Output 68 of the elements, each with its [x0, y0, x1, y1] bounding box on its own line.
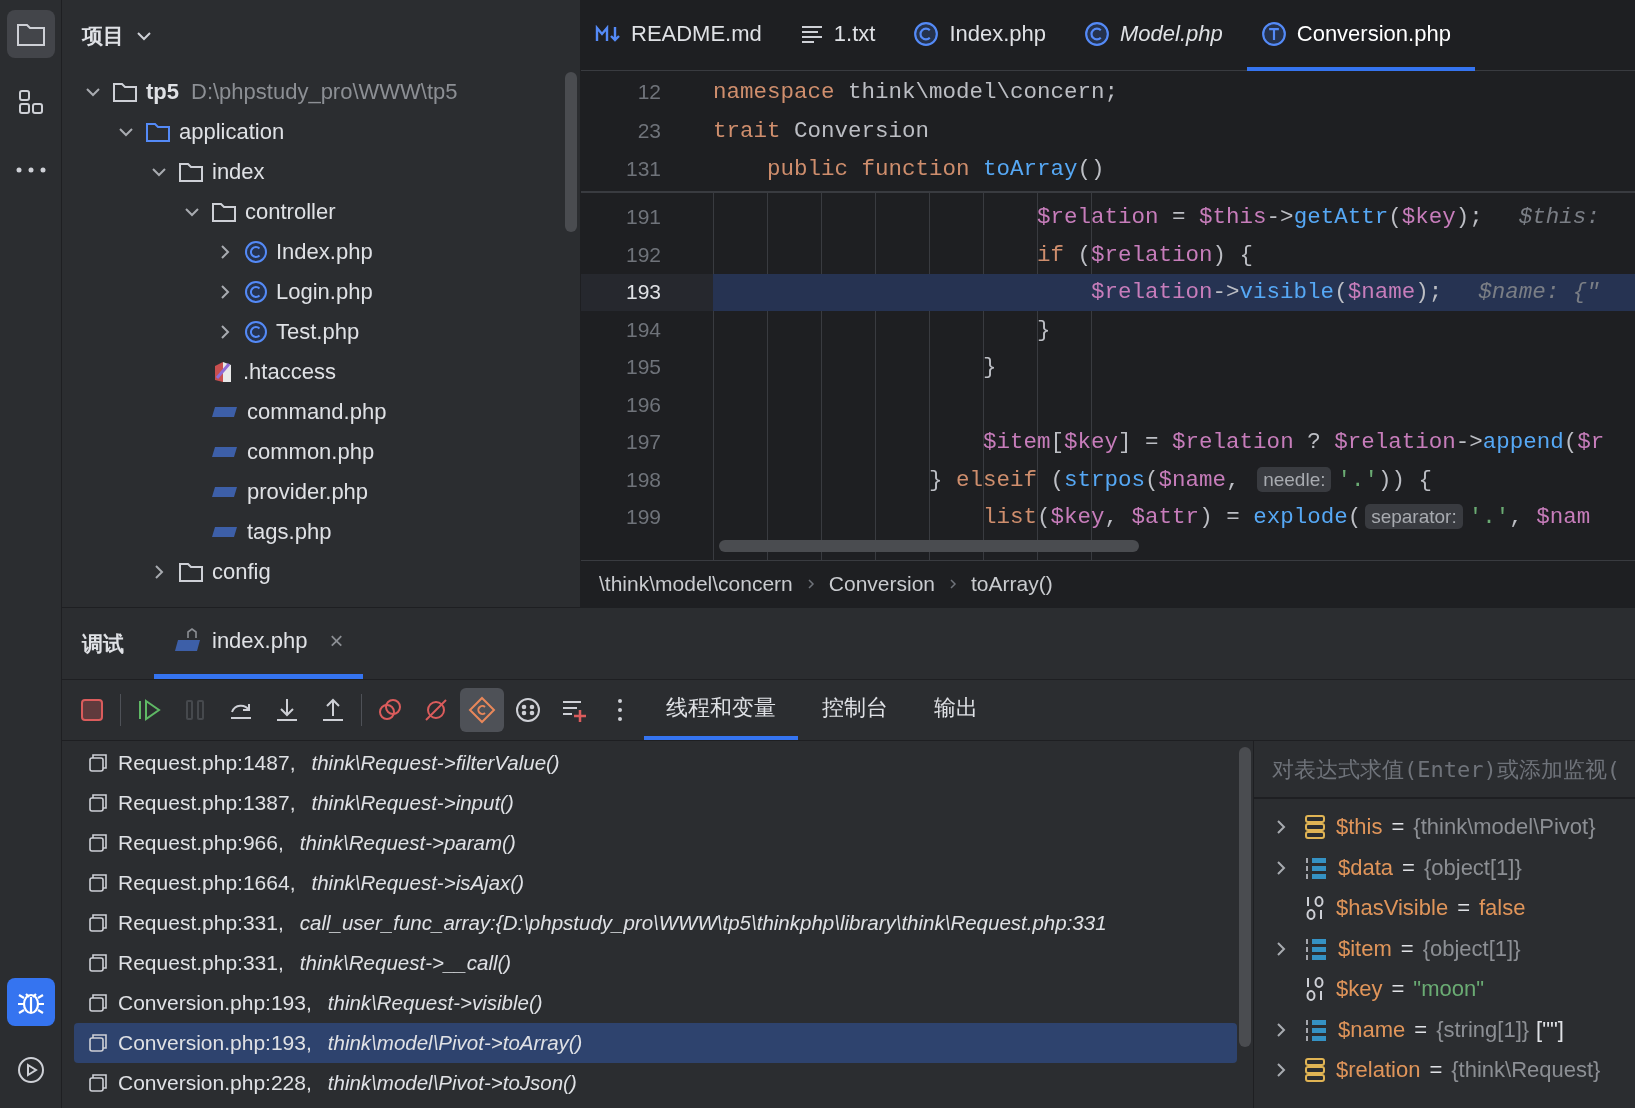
tree-item[interactable]: provider.php [247, 479, 369, 505]
tree-item[interactable]: tags.php [247, 519, 332, 545]
variable-entry[interactable]: $item = {object[1]} [1338, 935, 1521, 962]
code-line: $item[$key] = $relation ? $relation->append($r [982, 429, 1605, 456]
code-line: } [1036, 316, 1051, 343]
line-number: 197 [624, 430, 661, 455]
line-number: 199 [624, 505, 661, 530]
editor-tab[interactable]: Conversion.php [1246, 0, 1475, 71]
tree-item[interactable]: Index.php [276, 239, 373, 265]
panel-title[interactable]: 项目 [82, 22, 124, 50]
tree-item[interactable]: .htaccess [243, 359, 336, 385]
tree-item[interactable]: application [179, 119, 285, 145]
editor-tab[interactable]: Model.php [1070, 0, 1247, 71]
folder-path: D:\phpstudy_pro\WWW\tp5 [191, 79, 458, 105]
breadcrumb-item[interactable]: \think\model\concern [599, 572, 793, 596]
code-line: if ($relation) { [1036, 241, 1254, 268]
tree-item[interactable]: common.php [247, 439, 375, 465]
variable-entry[interactable]: $hasVisible = false [1336, 895, 1526, 922]
code-line: list($key, $attr) = explode( separator: '.', $nam [982, 504, 1591, 531]
editor-tab[interactable]: Index.php [899, 0, 1070, 71]
close-button[interactable]: × [329, 627, 344, 655]
stack-frame[interactable]: Request.php:331, think\Request->__call() [74, 943, 1237, 983]
stack-frame[interactable]: Conversion.php:193, think\Request->visible() [74, 983, 1237, 1023]
panel-title: 调试 [82, 630, 124, 657]
code-line: public function toArray() [766, 156, 1105, 183]
line-number: 192 [624, 242, 661, 267]
variable-entry[interactable]: $data = {object[1]} [1338, 854, 1522, 881]
stack-frame[interactable]: Request.php:1487, think\Request->filterValue() [74, 743, 1237, 783]
code-line: $relation->visible($name); $name: {" [1090, 279, 1600, 306]
tree-item[interactable]: Test.php [276, 319, 360, 345]
variable-entry[interactable]: $this = {think\model\Pivot} [1336, 814, 1596, 841]
tree-item[interactable]: config [212, 559, 271, 585]
line-number: 195 [624, 355, 661, 380]
panel-tab[interactable]: 控制台 [800, 680, 910, 740]
stack-frame[interactable]: Request.php:1387, think\Request->input() [74, 783, 1237, 823]
variable-entry[interactable]: $relation = {think\Request} [1336, 1057, 1601, 1084]
stack-frame[interactable]: Request.php:966, think\Request->param() [74, 823, 1237, 863]
line-number: 194 [624, 317, 661, 342]
panel-tab[interactable]: 输出 [912, 680, 1000, 740]
code-line: } [982, 354, 997, 381]
stack-frame[interactable]: Request.php:331, call_user_func_array:{D:\phpstudy_pro\WWW\tp5\thinkphp\library\think\Request.php:331 [74, 903, 1237, 943]
stack-frame[interactable]: Conversion.php:228, think\model\Pivot->toJson() [74, 1063, 1237, 1103]
tree-item[interactable]: command.php [247, 399, 387, 425]
code-line: trait Conversion [713, 117, 930, 144]
tree-item[interactable]: Login.php [276, 279, 373, 305]
line-number: 131 [624, 157, 661, 182]
variable-entry[interactable]: $name = {string[1]} [""] [1338, 1016, 1564, 1043]
line-number: 23 [636, 118, 661, 143]
session-tab[interactable]: index.php × [154, 608, 364, 679]
panel-tab[interactable]: 线程和变量 [644, 680, 798, 740]
stack-frame[interactable]: Request.php:1664, think\Request->isAjax() [74, 863, 1237, 903]
line-number: 12 [636, 80, 661, 105]
line-number: 193 [624, 280, 661, 305]
editor-tab[interactable]: 1.txt [785, 0, 900, 71]
tree-item[interactable]: controller [245, 199, 336, 225]
editor-tab[interactable]: README.md [581, 0, 786, 71]
variable-entry[interactable]: $key = "moon" [1336, 976, 1484, 1003]
code-line: $relation = $this->getAttr($key); $this: [1036, 204, 1600, 231]
code-line: namespace think\model\concern; [713, 79, 1119, 106]
tree-item[interactable]: tp5 [146, 79, 179, 105]
line-number: 191 [624, 205, 661, 230]
breadcrumb-item[interactable]: Conversion [828, 572, 935, 596]
code-line: } elseif (strpos($name, needle: '.')) { [928, 466, 1432, 493]
breadcrumb-item[interactable]: toArray() [971, 572, 1053, 596]
tree-item[interactable]: index [212, 159, 265, 185]
line-number: 198 [624, 467, 661, 492]
stack-frame[interactable]: Conversion.php:193, think\model\Pivot->toArray() [74, 1023, 1237, 1063]
line-number: 196 [624, 392, 661, 417]
